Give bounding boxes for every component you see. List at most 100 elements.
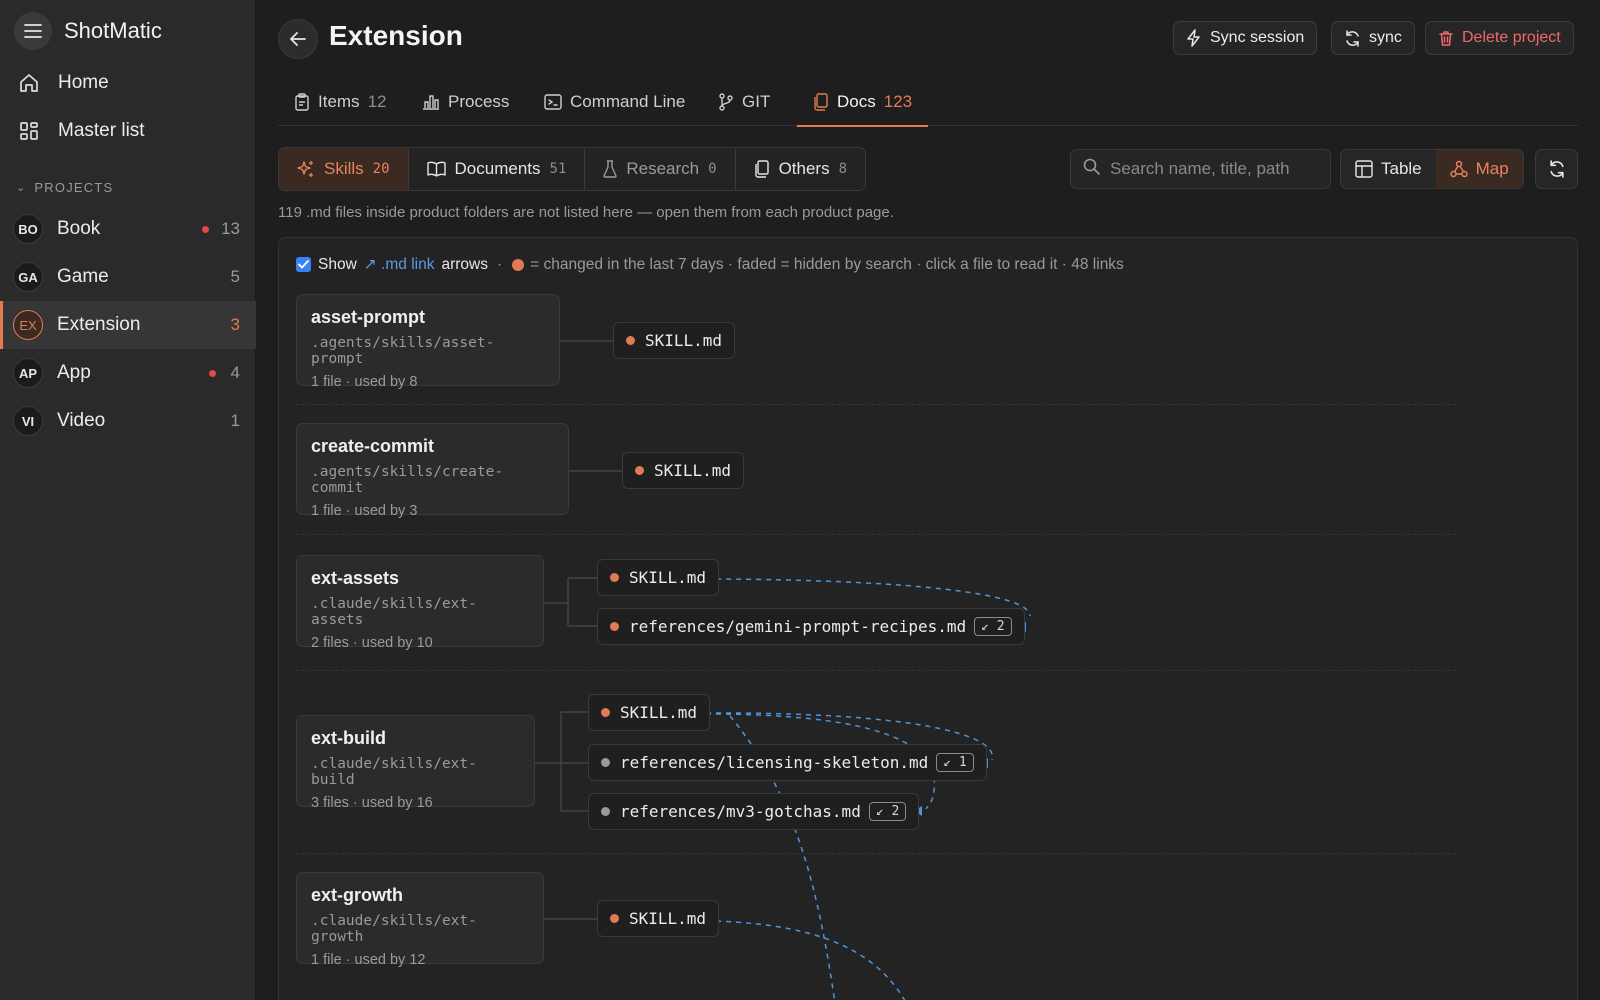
search-icon: [1083, 158, 1100, 180]
skill-path: .claude/skills/ext-build: [311, 756, 477, 788]
file-chip[interactable]: SKILL.md: [597, 559, 720, 596]
project-name: App: [57, 362, 91, 383]
tab-count: 123: [883, 92, 913, 111]
unchanged-dot: [601, 758, 610, 767]
show-arrows-checkbox[interactable]: [296, 257, 311, 272]
changed-dot: [610, 622, 619, 631]
group-divider: [296, 404, 1456, 405]
sidebar: ShotMatic Home Master list ⌄ PROJECTS BO…: [0, 0, 256, 1000]
sync-session-label: Sync session: [1210, 29, 1305, 46]
backlink-badge: ↙ 1: [936, 753, 974, 772]
project-count: 5: [230, 267, 240, 286]
view-map-button[interactable]: Map: [1435, 150, 1523, 188]
skill-path: .claude/skills/ext-growth: [311, 913, 477, 945]
sync-button[interactable]: sync: [1331, 21, 1415, 55]
skill-meta: 1 file · used by 3: [311, 503, 418, 519]
changed-dot: [635, 466, 644, 475]
changed-dot: [610, 573, 619, 582]
skill-card-ext-growth[interactable]: ext-growth .claude/skills/ext-growth 1 f…: [296, 872, 544, 968]
subtab-count: 51: [549, 161, 567, 177]
alert-dot: [209, 369, 216, 377]
tab-command-line[interactable]: Command Line: [528, 78, 701, 126]
app-name: ShotMatic: [64, 18, 162, 43]
subtab-documents[interactable]: Documents 51: [409, 148, 586, 190]
subtab-skills[interactable]: Skills 20: [279, 148, 409, 190]
project-item-app[interactable]: AP App 4: [0, 349, 256, 397]
nav-master-list[interactable]: Master list: [0, 109, 256, 153]
file-chip[interactable]: references/mv3-gotchas.md ↙ 2: [588, 793, 920, 830]
tab-docs[interactable]: Docs 123: [797, 78, 929, 127]
tab-process[interactable]: Process: [406, 78, 525, 126]
file-name: SKILL.md: [629, 909, 707, 928]
skill-card-asset-prompt[interactable]: asset-prompt .agents/skills/asset-prompt…: [296, 294, 560, 390]
view-table-button[interactable]: Table: [1341, 150, 1436, 188]
skill-card-create-commit[interactable]: create-commit .agents/skills/create-comm…: [296, 423, 569, 519]
project-count: 3: [230, 315, 240, 334]
changed-dot: [601, 708, 610, 717]
avatar: VI: [13, 406, 43, 436]
skill-card-ext-build[interactable]: ext-build .claude/skills/ext-build 3 fil…: [296, 715, 535, 811]
network-icon: [1449, 160, 1468, 178]
project-item-game[interactable]: GA Game 5: [0, 253, 256, 301]
subtab-research[interactable]: Research 0: [585, 148, 736, 190]
page-title: Extension: [329, 20, 463, 51]
project-item-extension[interactable]: EX Extension 3: [0, 301, 256, 349]
check-icon: [298, 260, 309, 269]
skill-path: .claude/skills/ext-assets: [311, 596, 477, 628]
project-item-video[interactable]: VI Video 1: [0, 397, 256, 445]
tab-label: Items: [318, 92, 360, 111]
file-name: SKILL.md: [629, 568, 707, 587]
skill-meta: 1 file · used by 12: [311, 952, 426, 968]
tab-items[interactable]: Items 12: [278, 78, 402, 126]
skill-card-ext-assets[interactable]: ext-assets .claude/skills/ext-assets 2 f…: [296, 555, 544, 651]
projects-heading: PROJECTS: [34, 180, 114, 195]
project-count: 1: [230, 411, 240, 430]
avatar: BO: [13, 214, 43, 244]
home-icon: [18, 72, 40, 94]
subtab-count: 0: [708, 161, 717, 177]
doc-category-tabs: Skills 20 Documents 51 Research 0 Others…: [278, 147, 867, 191]
sync-label: sync: [1369, 29, 1402, 46]
project-name: Game: [57, 266, 109, 287]
skill-name: ext-growth: [311, 885, 403, 905]
arrows-label: arrows: [441, 255, 488, 273]
menu-button[interactable]: [14, 12, 52, 50]
changed-dot-icon: [512, 258, 525, 271]
file-name: SKILL.md: [620, 703, 698, 722]
group-divider: [296, 534, 1456, 535]
group-divider: [296, 670, 1456, 671]
view-toggle: Table Map: [1340, 149, 1524, 189]
subtab-label: Skills: [324, 159, 364, 178]
subtab-label: Documents: [454, 159, 541, 178]
delete-project-button[interactable]: Delete project: [1425, 21, 1574, 55]
project-name: Extension: [57, 314, 141, 335]
project-count: 13: [221, 219, 240, 238]
file-chip[interactable]: SKILL.md: [588, 694, 711, 731]
search-input[interactable]: [1110, 159, 1320, 179]
file-chip[interactable]: SKILL.md: [622, 452, 745, 489]
file-chip[interactable]: SKILL.md: [597, 900, 720, 937]
search-box[interactable]: [1070, 149, 1331, 189]
file-name: references/licensing-skeleton.md: [620, 753, 929, 772]
group-divider: [296, 853, 1456, 854]
flask-icon: [603, 160, 618, 178]
subtab-others[interactable]: Others 8: [736, 148, 865, 190]
file-chip[interactable]: references/licensing-skeleton.md ↙ 1: [588, 744, 987, 781]
changed-dot: [626, 336, 635, 345]
project-item-book[interactable]: BO Book 13: [0, 205, 256, 253]
subtab-count: 8: [838, 161, 848, 177]
sync-session-button[interactable]: Sync session: [1173, 21, 1318, 55]
file-chip[interactable]: SKILL.md: [613, 322, 736, 359]
skill-meta: 3 files · used by 16: [311, 795, 433, 811]
backlink-badge: ↙ 2: [868, 802, 907, 821]
docs-icon: [813, 93, 829, 111]
tab-bar: Items 12 Process Command Line GIT Docs 1…: [278, 78, 1578, 127]
refresh-button[interactable]: [1535, 149, 1578, 189]
back-button[interactable]: [278, 19, 318, 59]
file-chip[interactable]: references/gemini-prompt-recipes.md ↙ 2: [597, 608, 1025, 645]
projects-section-header[interactable]: ⌄ PROJECTS: [16, 180, 113, 195]
tab-git[interactable]: GIT: [702, 78, 786, 126]
backlink-badge: ↙ 2: [974, 617, 1012, 636]
nav-home[interactable]: Home: [0, 61, 256, 105]
tab-label: Command Line: [570, 92, 686, 111]
